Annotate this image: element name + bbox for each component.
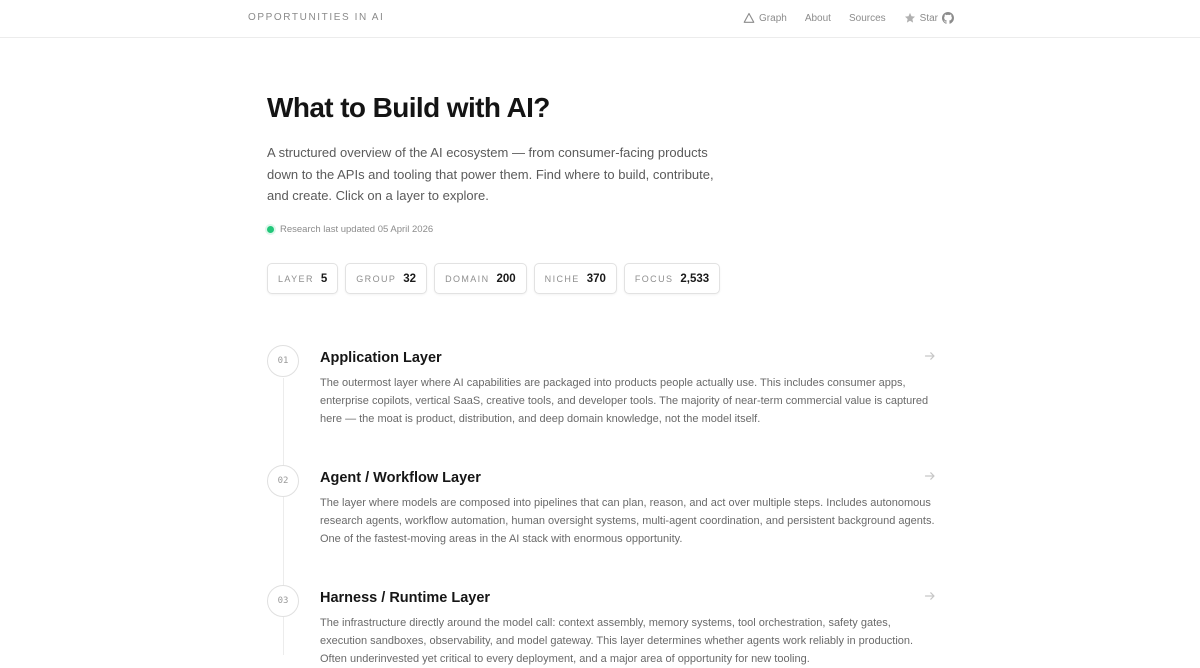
nav-graph-link[interactable]: Graph (743, 10, 787, 26)
github-star-button[interactable]: Star (904, 10, 954, 26)
page-title: What to Build with AI? (267, 92, 550, 123)
stat-label: GROUP (356, 273, 397, 284)
stat-label: FOCUS (634, 273, 674, 284)
brand-link[interactable]: OPPORTUNITIES IN AI (248, 12, 384, 23)
layer-number-badge: 03 (267, 585, 299, 617)
stat-value: 370 (586, 272, 606, 285)
layer-number-badge: 01 (267, 345, 299, 377)
stat-label: LAYER (278, 273, 314, 284)
intro-paragraph: A structured overview of the AI ecosyste… (267, 145, 714, 203)
stat-label: NICHE (544, 273, 580, 284)
stats-row: LAYER 5 GROUP 32 DOMAIN 200 NICHE 370 FO… (267, 263, 727, 294)
layer-description: The infrastructure directly around the m… (320, 617, 914, 665)
stat-value: 5 (320, 272, 328, 285)
stat-label: DOMAIN (445, 273, 490, 284)
github-icon (942, 12, 954, 24)
stat-value: 200 (496, 272, 516, 285)
nav-graph-label: Graph (759, 12, 787, 24)
status-dot-icon (267, 226, 274, 233)
arrow-right-icon[interactable] (923, 349, 937, 363)
star-icon (904, 12, 916, 24)
nav-sources-link[interactable]: Sources (849, 10, 886, 26)
top-navigation-bar: OPPORTUNITIES IN AI Graph About Sources … (0, 0, 1200, 38)
stat-focus: FOCUS 2,533 (623, 263, 721, 294)
stat-domain: DOMAIN 200 (434, 263, 527, 294)
layer-title[interactable]: Application Layer (320, 350, 442, 366)
triangle-graph-icon (743, 12, 755, 24)
star-label: Star (919, 12, 938, 24)
stat-value: 2,533 (680, 272, 710, 285)
research-updated-status: Research last updated 05 April 2026 (267, 224, 433, 235)
layer-number-badge: 02 (267, 465, 299, 497)
header-nav: Graph About Sources Star (743, 10, 954, 26)
layer-title[interactable]: Agent / Workflow Layer (320, 470, 481, 486)
stat-group: GROUP 32 (345, 263, 428, 294)
updated-text: Research last updated 05 April 2026 (280, 224, 434, 235)
layer-title[interactable]: Harness / Runtime Layer (320, 590, 490, 606)
arrow-right-icon[interactable] (923, 469, 937, 483)
nav-about-link[interactable]: About (805, 10, 831, 26)
layer-description: The outermost layer where AI capabilitie… (320, 377, 929, 425)
stat-niche: NICHE 370 (533, 263, 617, 294)
stat-value: 32 (403, 272, 417, 285)
layer-description: The layer where models are composed into… (320, 497, 935, 545)
arrow-right-icon[interactable] (923, 589, 937, 603)
stat-layer: LAYER 5 (267, 263, 339, 294)
